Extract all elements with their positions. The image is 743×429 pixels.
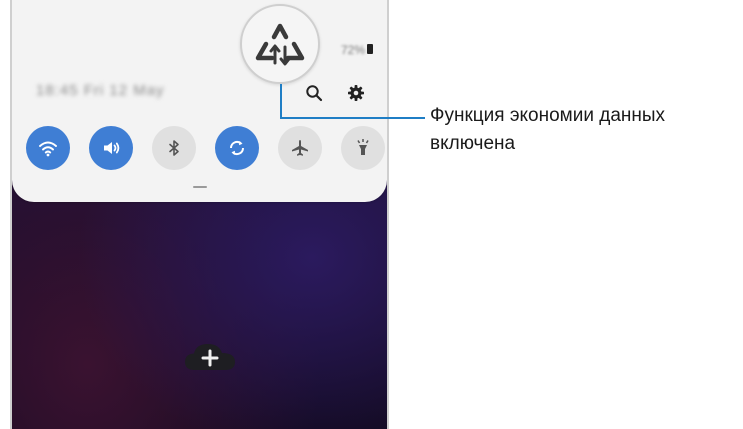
battery-percentage: 72% [340, 43, 365, 57]
panel-drag-handle[interactable] [193, 186, 207, 188]
battery-icon [367, 44, 373, 54]
wifi-toggle[interactable] [26, 126, 70, 170]
wifi-icon [39, 141, 57, 157]
airplane-icon [292, 140, 308, 156]
flashlight-icon [357, 139, 369, 155]
data-saver-magnifier [240, 4, 320, 84]
phone-screen: 72% 18:45 Fri 12 May [10, 0, 389, 429]
sound-toggle[interactable] [89, 126, 133, 170]
callout-label: Функция экономии данных включена [430, 105, 666, 154]
bluetooth-toggle[interactable] [152, 126, 196, 170]
date-time: 18:45 Fri 12 May [36, 82, 165, 99]
flashlight-toggle[interactable] [341, 126, 385, 170]
add-cloud-icon[interactable] [183, 340, 237, 379]
airplane-mode-toggle[interactable] [278, 126, 322, 170]
sound-icon [104, 142, 120, 154]
quick-settings-row [26, 126, 385, 170]
bluetooth-icon [169, 140, 179, 156]
auto-rotate-icon [229, 140, 245, 156]
data-saver-icon [255, 23, 305, 66]
callout-connector [280, 84, 425, 119]
auto-rotate-toggle[interactable] [215, 126, 259, 170]
